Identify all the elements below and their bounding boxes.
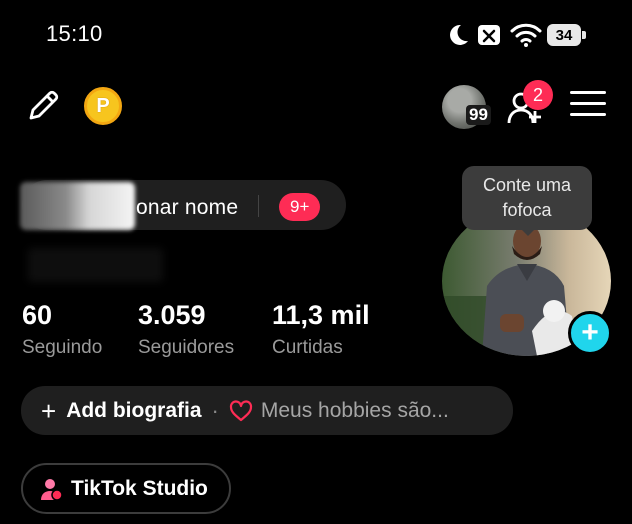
coin-icon[interactable]: P <box>84 87 122 125</box>
following-count[interactable]: 60 <box>22 300 52 331</box>
add-story-plus-icon[interactable]: + <box>568 311 612 355</box>
story-tooltip[interactable]: Conte uma fofoca <box>462 166 592 230</box>
status-time: 15:10 <box>46 21 103 46</box>
visitor-count-badge: 99 <box>466 105 491 125</box>
studio-icon <box>41 478 63 501</box>
battery-level: 34 <box>547 24 581 46</box>
messages-badge[interactable]: 9+ <box>279 193 321 221</box>
battery-indicator: 34 <box>547 24 587 46</box>
add-bio-label[interactable]: Add biografia <box>66 399 201 423</box>
following-label[interactable]: Seguindo <box>22 337 102 359</box>
edit-name-label[interactable]: onar nome <box>136 196 238 220</box>
hobbies-prompt[interactable]: Meus hobbies são... <box>261 399 449 423</box>
followers-label[interactable]: Seguidores <box>138 337 234 359</box>
moon-icon <box>450 24 468 45</box>
likes-label[interactable]: Curtidas <box>272 337 343 359</box>
heart-icon <box>229 399 252 421</box>
blurred-username <box>20 182 135 230</box>
no-sim-icon <box>478 25 500 45</box>
notification-badge: 2 <box>523 80 553 110</box>
bio-pill[interactable]: + Add biografia · Meus hobbies são... <box>21 386 513 435</box>
bio-separator: · <box>211 397 219 423</box>
blurred-handle <box>28 248 163 282</box>
tiktok-studio-button[interactable]: TikTok Studio <box>21 463 231 514</box>
followers-count[interactable]: 3.059 <box>138 300 206 331</box>
tooltip-line-2: fofoca <box>502 200 552 220</box>
tooltip-arrow <box>520 228 536 236</box>
plus-icon: + <box>41 395 57 426</box>
tooltip-line-1: Conte uma <box>482 175 572 195</box>
edit-pencil-icon[interactable] <box>24 87 62 125</box>
pill-divider <box>258 195 259 217</box>
wifi-icon <box>510 23 542 47</box>
tiktok-studio-label: TikTok Studio <box>71 476 208 500</box>
menu-icon[interactable] <box>570 91 606 119</box>
likes-count[interactable]: 11,3 mil <box>272 300 370 331</box>
